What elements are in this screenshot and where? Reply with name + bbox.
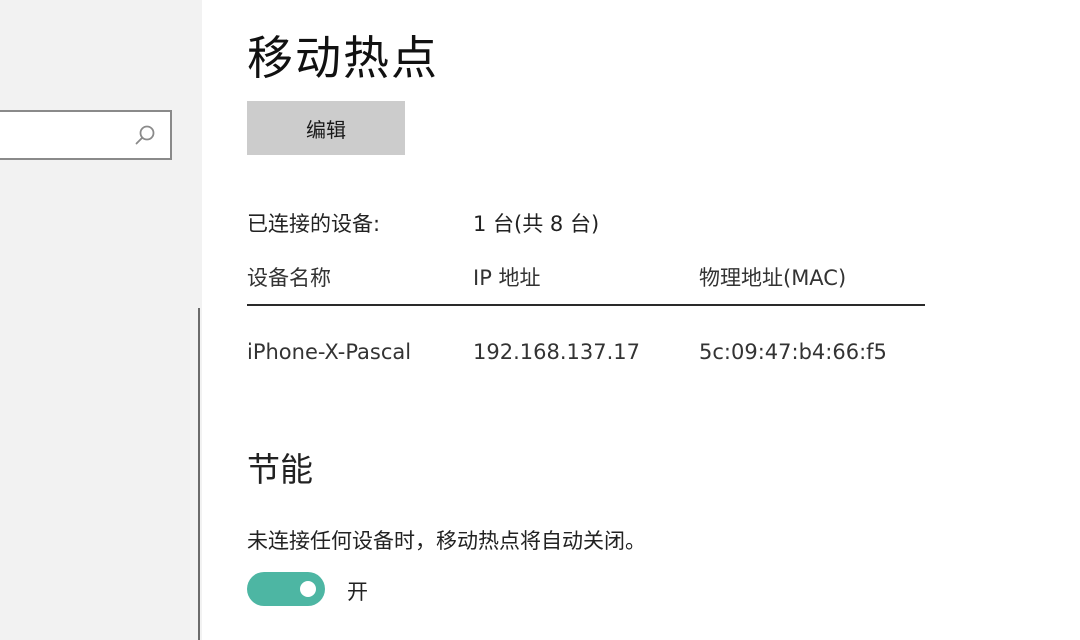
connected-devices-label: 已连接的设备: <box>247 212 381 236</box>
sidebar-scrollbar[interactable] <box>198 308 200 640</box>
column-header-mac-address: 物理地址(MAC) <box>699 266 847 290</box>
connected-devices-count: 1 台(共 8 台) <box>473 212 600 236</box>
main-content: 移动热点 编辑 已连接的设备: 1 台(共 8 台) 设备名称 IP 地址 物理… <box>202 0 1080 640</box>
page-title: 移动热点 <box>247 31 439 85</box>
column-header-ip-address: IP 地址 <box>473 266 541 290</box>
toggle-state-label: 开 <box>347 580 368 604</box>
power-saving-description: 未连接任何设备时，移动热点将自动关闭。 <box>247 529 646 553</box>
table-header-divider <box>247 304 925 306</box>
power-saving-heading: 节能 <box>247 450 313 489</box>
edit-button[interactable]: 编辑 <box>247 101 405 155</box>
power-saving-toggle[interactable] <box>247 572 325 606</box>
ip-address-cell: 192.168.137.17 <box>473 340 640 364</box>
column-header-device-name: 设备名称 <box>247 266 331 290</box>
search-icon[interactable] <box>134 124 156 146</box>
device-name-cell: iPhone-X-Pascal <box>247 340 412 364</box>
mac-address-cell: 5c:09:47:b4:66:f5 <box>699 340 887 364</box>
sidebar <box>0 0 202 640</box>
toggle-knob <box>300 581 316 597</box>
search-input[interactable] <box>0 110 172 160</box>
